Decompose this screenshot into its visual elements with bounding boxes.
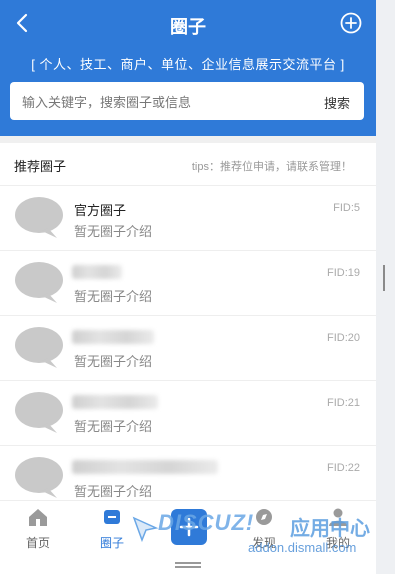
list-item[interactable]: 暂无圈子介绍 FID:19 (0, 251, 376, 316)
blurred-circle-name (72, 395, 158, 409)
circle-icon (104, 510, 120, 524)
watermark-logo: DISCUZ! (158, 510, 255, 535)
avatar-placeholder-icon (15, 327, 63, 368)
avatar-placeholder-icon (15, 457, 63, 498)
add-circle-icon[interactable] (340, 12, 362, 34)
scrollbar[interactable] (383, 265, 385, 291)
search-bar: 搜索 (10, 82, 364, 122)
watermark: DISCUZ! 应用中心 addon.dismall.com (130, 506, 376, 564)
top-header: 圈子 [ 个人、技工、商户、单位、企业信息展示交流平台 ] 搜索 (0, 0, 376, 136)
circle-fid: FID:19 (326, 267, 360, 279)
avatar-placeholder-icon (15, 197, 63, 238)
recommended-header: 推荐圈子 tips：推荐位申请，请联系管理！ (0, 143, 376, 186)
page-title: 圈子 (170, 17, 206, 37)
app-screen: 圈子 [ 个人、技工、商户、单位、企业信息展示交流平台 ] 搜索 推荐圈子 ti… (0, 0, 376, 574)
circle-description: 暂无圈子介绍 (74, 224, 153, 239)
list-item[interactable]: 暂无圈子介绍 FID:20 (0, 316, 376, 381)
home-icon (29, 509, 47, 526)
tab-home[interactable]: 首页 (8, 507, 68, 551)
circle-description: 暂无圈子介绍 (74, 354, 153, 369)
tab-home-label: 首页 (25, 536, 50, 550)
blurred-circle-name (72, 265, 122, 279)
blurred-circle-name (72, 460, 218, 474)
section-divider (0, 136, 376, 143)
watermark-url: addon.dismall.com (248, 540, 357, 555)
circle-list: 官方圈子 暂无圈子介绍 FID:5 暂无圈子介绍 FID:19 暂无圈子介绍 F… (0, 186, 376, 511)
avatar-placeholder-icon (15, 392, 63, 433)
cursor-logo-icon (132, 516, 159, 543)
search-button[interactable]: 搜索 (324, 93, 350, 112)
search-input[interactable] (20, 82, 304, 122)
circle-fid: FID:21 (326, 397, 360, 409)
circle-description: 暂无圈子介绍 (74, 289, 153, 304)
watermark-cn: 应用中心 (290, 518, 370, 540)
avatar-placeholder-icon (15, 262, 63, 303)
circle-name: 官方圈子 (74, 203, 127, 218)
circle-description: 暂无圈子介绍 (74, 484, 153, 499)
blurred-circle-name (72, 330, 154, 344)
circle-fid: FID:22 (326, 462, 360, 474)
circle-description: 暂无圈子介绍 (74, 419, 153, 434)
circle-fid: FID:20 (326, 332, 360, 344)
platform-slogan: [ 个人、技工、商户、单位、企业信息展示交流平台 ] (31, 57, 345, 72)
list-item[interactable]: 官方圈子 暂无圈子介绍 FID:5 (0, 186, 376, 251)
circle-fid: FID:5 (333, 202, 360, 214)
section-title: 推荐圈子 (14, 159, 67, 174)
tips-text: tips：推荐位申请，请联系管理！ (191, 161, 352, 173)
list-item[interactable]: 暂无圈子介绍 FID:21 (0, 381, 376, 446)
